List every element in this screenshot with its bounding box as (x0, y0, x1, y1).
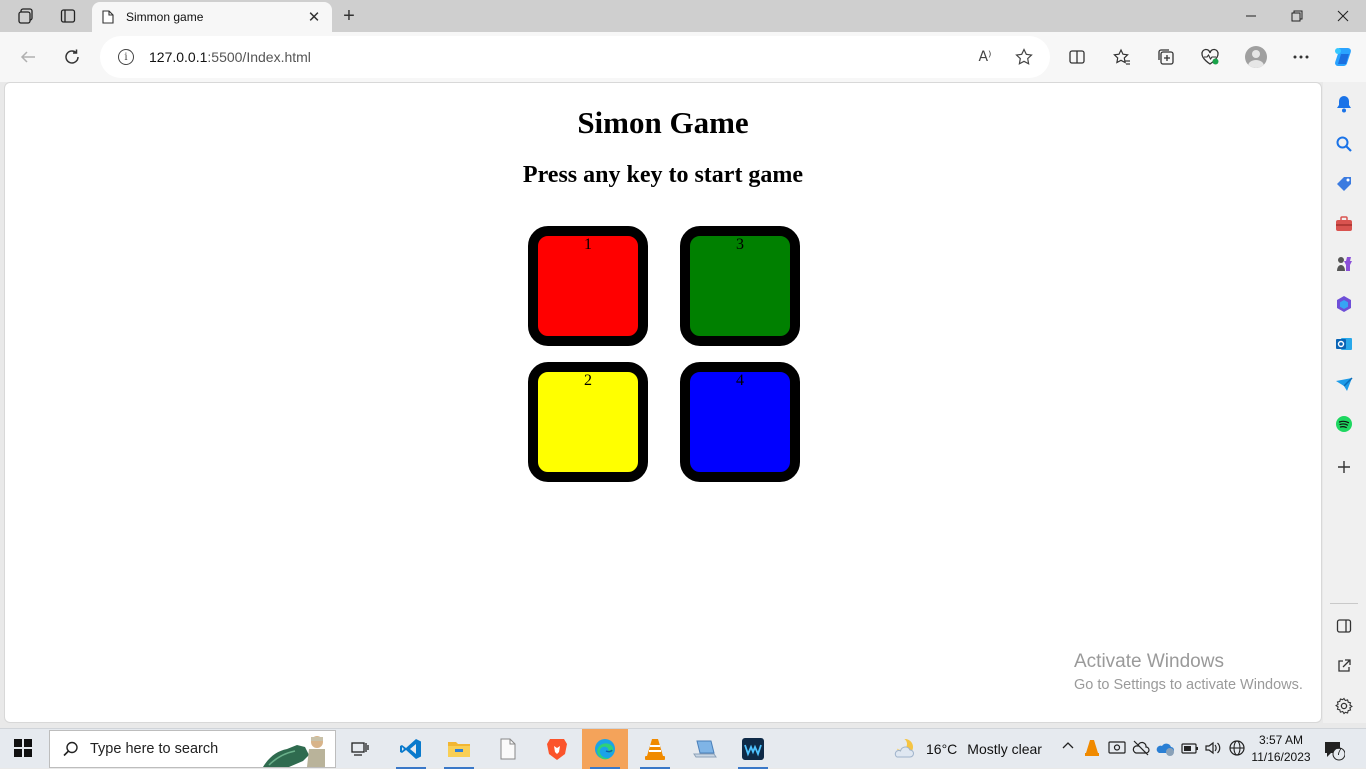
split-screen-icon[interactable] (1064, 44, 1090, 70)
avatar (1245, 46, 1267, 68)
tab-title: Simmon game (126, 10, 204, 24)
workspaces-icon[interactable] (6, 0, 46, 32)
browser-toolbar: i 127.0.0.1:5500/Index.html A⁾ (0, 32, 1366, 82)
open-external-icon[interactable] (1332, 654, 1356, 678)
page-icon (102, 10, 114, 24)
weather-condition: Mostly clear (967, 741, 1042, 757)
back-button[interactable] (11, 40, 45, 74)
windows-taskbar: Type here to search 16°C Mostly clear 3:… (0, 728, 1366, 769)
waves-audio-icon[interactable] (730, 729, 776, 769)
tools-briefcase-icon[interactable] (1332, 212, 1356, 236)
browser-essentials-icon[interactable] (1197, 44, 1223, 70)
drop-send-icon[interactable] (1332, 372, 1356, 396)
search-magnifier-icon (63, 741, 78, 757)
blank-file-icon[interactable] (485, 729, 531, 769)
close-tab-icon[interactable]: ✕ (306, 8, 322, 26)
watermark-subtitle: Go to Settings to activate Windows. (1074, 677, 1303, 693)
game-status-text: Press any key to start game (522, 162, 804, 188)
onedrive-tray-icon[interactable] (1156, 739, 1176, 760)
shopping-tag-icon[interactable] (1332, 172, 1356, 196)
vlc-player-icon[interactable] (632, 729, 678, 769)
vscode-taskbar-icon[interactable] (388, 729, 434, 769)
restore-button[interactable] (1274, 0, 1320, 32)
vlc-tray-icon[interactable] (1084, 739, 1100, 760)
cloud-offline-tray-icon[interactable] (1132, 739, 1150, 760)
page-title: Simon Game (577, 105, 749, 140)
clock-time: 3:57 AM (1258, 733, 1304, 747)
url-text: 127.0.0.1:5500/Index.html (149, 49, 311, 65)
hide-sidebar-icon[interactable] (1332, 614, 1356, 638)
battery-tray-icon[interactable] (1181, 739, 1199, 760)
profile-avatar[interactable] (1243, 44, 1269, 70)
brave-browser-icon[interactable] (534, 729, 580, 769)
show-hidden-icons-chevron-icon[interactable] (1061, 739, 1075, 756)
simon-blue-button[interactable]: 4 (680, 362, 800, 482)
tab-simmon-game[interactable]: Simmon game ✕ (92, 2, 332, 32)
search-icon[interactable] (1332, 132, 1356, 156)
tab-actions-icon[interactable] (48, 0, 88, 32)
notifications-bell-icon[interactable] (1332, 92, 1356, 116)
notification-center-icon[interactable]: 7 (1323, 739, 1346, 761)
notification-count-badge: 7 (1336, 747, 1342, 758)
search-highlight-illustration (263, 736, 325, 767)
settings-more-icon[interactable] (1288, 44, 1314, 70)
edge-sidebar (1323, 82, 1366, 723)
network-globe-icon[interactable] (1228, 739, 1246, 760)
file-explorer-icon[interactable] (436, 729, 482, 769)
search-placeholder: Type here to search (90, 741, 219, 757)
read-aloud-icon[interactable]: A⁾ (975, 47, 995, 67)
task-view-icon[interactable] (337, 729, 383, 769)
laptop-app-icon[interactable] (682, 729, 728, 769)
address-bar[interactable]: i 127.0.0.1:5500/Index.html A⁾ (100, 36, 1050, 78)
site-info-icon[interactable]: i (118, 49, 134, 65)
simon-red-button[interactable]: 1 (528, 226, 648, 346)
windows-start-icon[interactable] (14, 739, 32, 757)
sidebar-divider (1330, 603, 1358, 604)
screen-capture-tray-icon[interactable] (1108, 739, 1126, 760)
microsoft-365-icon[interactable] (1332, 292, 1356, 316)
taskbar-search-box[interactable]: Type here to search (49, 730, 336, 768)
edge-browser-icon[interactable] (582, 729, 628, 769)
weather-widget[interactable]: 16°C Mostly clear (892, 729, 1042, 769)
activate-windows-watermark: Activate Windows Go to Settings to activ… (1074, 651, 1303, 693)
favorite-star-icon[interactable] (1014, 47, 1034, 67)
new-tab-button[interactable]: + (336, 2, 362, 30)
clock-date: 11/16/2023 (1251, 750, 1311, 764)
copilot-icon[interactable] (1330, 44, 1356, 70)
web-page-viewport: Simon Game Press any key to start game 1… (4, 82, 1322, 723)
add-sidebar-app-icon[interactable] (1332, 455, 1356, 479)
simon-yellow-button[interactable]: 2 (528, 362, 648, 482)
weather-temperature: 16°C (926, 741, 958, 757)
close-window-button[interactable] (1320, 0, 1366, 32)
browser-title-bar: Simmon game ✕ + (0, 0, 1366, 32)
games-chess-icon[interactable] (1332, 252, 1356, 276)
taskbar-clock[interactable]: 3:57 AM 11/16/2023 (1249, 732, 1313, 766)
favorites-icon[interactable] (1109, 44, 1135, 70)
sidebar-settings-gear-icon[interactable] (1332, 694, 1356, 718)
simon-green-button[interactable]: 3 (680, 226, 800, 346)
watermark-title: Activate Windows (1074, 651, 1224, 672)
outlook-icon[interactable] (1332, 332, 1356, 356)
collections-icon[interactable] (1153, 44, 1179, 70)
minimize-button[interactable] (1228, 0, 1274, 32)
spotify-icon[interactable] (1332, 412, 1356, 436)
weather-moon-cloud-icon (892, 737, 916, 761)
volume-speaker-icon[interactable] (1204, 739, 1222, 760)
refresh-button[interactable] (55, 40, 89, 74)
